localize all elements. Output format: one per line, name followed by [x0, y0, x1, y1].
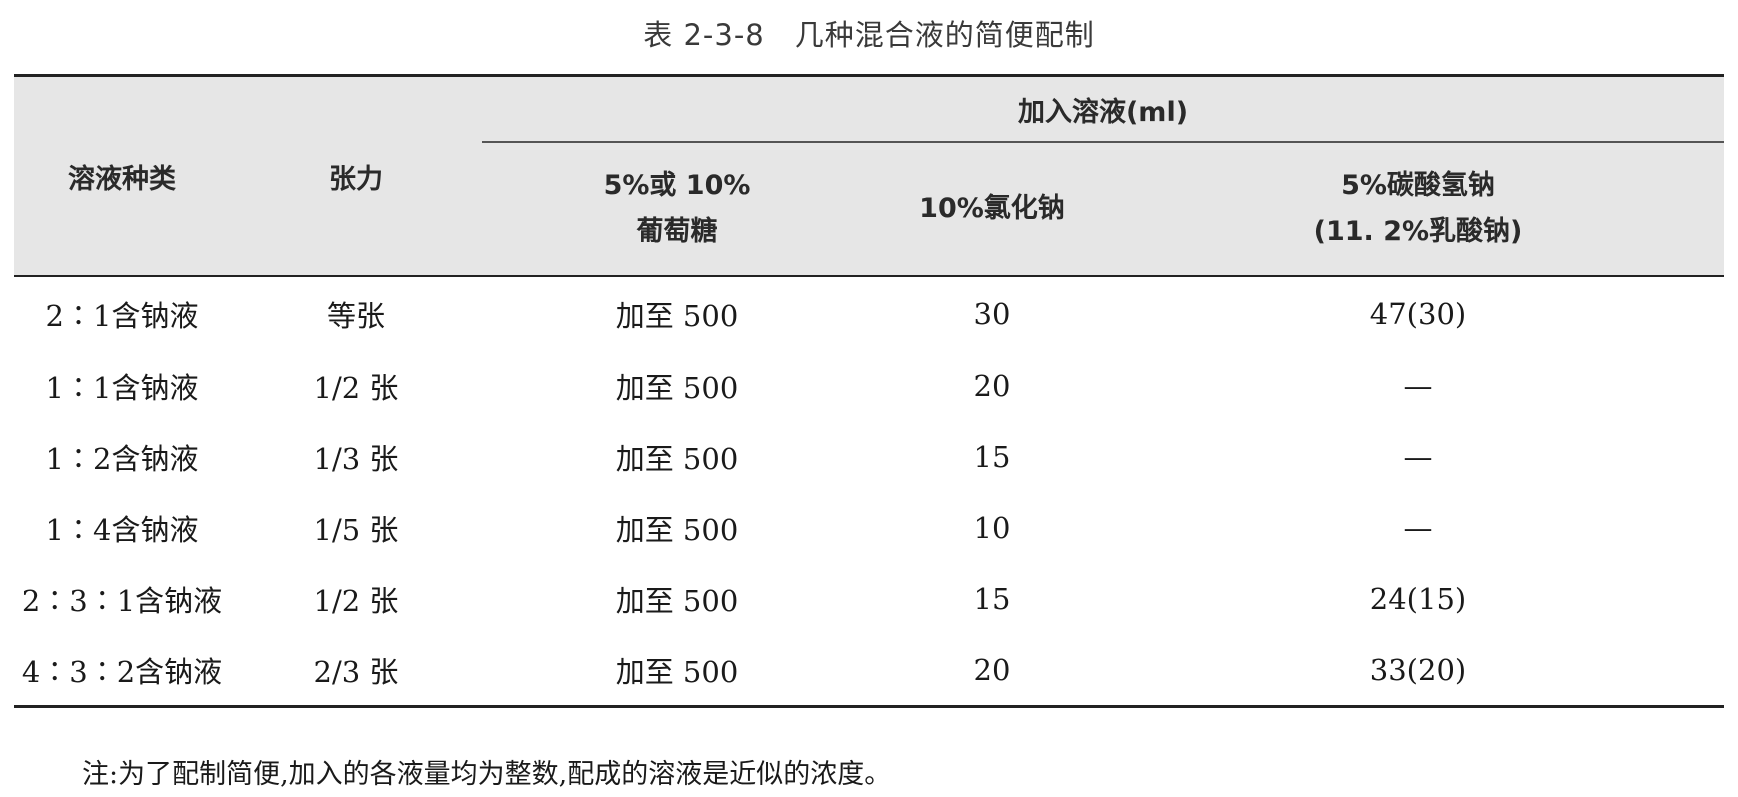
- mixture-table-container: 溶液种类 张力 加入溶液(ml) 5%或 10% 葡萄糖 10%氯化钠 5%碳酸…: [14, 74, 1725, 708]
- table-row: 4∶3∶2含钠液 2/3 张 加至 500 20 33(20): [14, 634, 1724, 707]
- cell-tonicity: 1/5 张: [313, 512, 399, 547]
- cell-solution-type: 1∶2含钠液: [45, 441, 199, 476]
- cell-glucose: 加至 500: [615, 654, 739, 689]
- header-added-solution: 加入溶液(ml): [482, 75, 1725, 143]
- table-footnote: 注:为了配制简便,加入的各液量均为整数,配成的溶液是近似的浓度。: [82, 759, 892, 790]
- cell-solution-type: 1∶1含钠液: [45, 370, 199, 405]
- cell-glucose: 加至 500: [615, 441, 739, 476]
- cell-nacl: 15: [973, 581, 1011, 616]
- cell-tonicity: 1/2 张: [313, 583, 399, 618]
- header-tonicity: 张力: [230, 75, 482, 277]
- cell-solution-type: 4∶3∶2含钠液: [21, 654, 223, 689]
- table-body: 2∶1含钠液 等张 加至 500 30 47(30) 1∶1含钠液 1/2 张 …: [14, 276, 1724, 707]
- table-row: 2∶3∶1含钠液 1/2 张 加至 500 15 24(15): [14, 563, 1724, 634]
- table-row: 1∶4含钠液 1/5 张 加至 500 10 —: [14, 492, 1724, 563]
- cell-glucose: 加至 500: [615, 583, 739, 618]
- cell-nacl: 20: [973, 368, 1011, 403]
- cell-bicarbonate: 47(30): [1369, 296, 1467, 331]
- cell-nacl: 10: [973, 510, 1011, 545]
- cell-tonicity: 等张: [326, 298, 385, 333]
- cell-bicarbonate: 33(20): [1369, 652, 1467, 687]
- header-solution-type: 溶液种类: [14, 75, 230, 277]
- cell-glucose: 加至 500: [615, 512, 739, 547]
- cell-solution-type: 2∶3∶1含钠液: [21, 583, 223, 618]
- cell-nacl: 30: [973, 296, 1011, 331]
- cell-nacl: 20: [973, 652, 1011, 687]
- cell-glucose: 加至 500: [615, 298, 739, 333]
- cell-tonicity: 1/2 张: [313, 370, 399, 405]
- header-nacl: 10%氯化钠: [872, 142, 1112, 277]
- header-glucose-line2: 葡萄糖: [636, 216, 718, 247]
- header-bicarbonate-line1: 5%碳酸氢钠: [1341, 170, 1495, 201]
- table-header: 溶液种类 张力 加入溶液(ml) 5%或 10% 葡萄糖 10%氯化钠 5%碳酸…: [14, 75, 1725, 277]
- cell-tonicity: 1/3 张: [313, 441, 399, 476]
- header-bicarbonate-line2: (11. 2%乳酸钠): [1313, 216, 1523, 247]
- header-glucose-line1: 5%或 10%: [603, 170, 751, 201]
- cell-bicarbonate: —: [1403, 510, 1433, 545]
- cell-solution-type: 2∶1含钠液: [45, 298, 199, 333]
- cell-bicarbonate: —: [1403, 368, 1433, 403]
- cell-bicarbonate: —: [1403, 439, 1433, 474]
- mixture-table: 溶液种类 张力 加入溶液(ml) 5%或 10% 葡萄糖 10%氯化钠 5%碳酸…: [14, 74, 1725, 708]
- table-caption: 表 2-3-8 几种混合液的简便配制: [643, 18, 1095, 52]
- table-row: 1∶1含钠液 1/2 张 加至 500 20 —: [14, 350, 1724, 421]
- header-glucose: 5%或 10% 葡萄糖: [482, 142, 872, 277]
- table-row: 2∶1含钠液 等张 加至 500 30 47(30): [14, 276, 1724, 350]
- cell-bicarbonate: 24(15): [1369, 581, 1467, 616]
- table-row: 1∶2含钠液 1/3 张 加至 500 15 —: [14, 421, 1724, 492]
- cell-nacl: 15: [973, 439, 1011, 474]
- header-bicarbonate: 5%碳酸氢钠 (11. 2%乳酸钠): [1112, 142, 1725, 277]
- cell-glucose: 加至 500: [615, 370, 739, 405]
- cell-solution-type: 1∶4含钠液: [45, 512, 199, 547]
- cell-tonicity: 2/3 张: [313, 654, 399, 689]
